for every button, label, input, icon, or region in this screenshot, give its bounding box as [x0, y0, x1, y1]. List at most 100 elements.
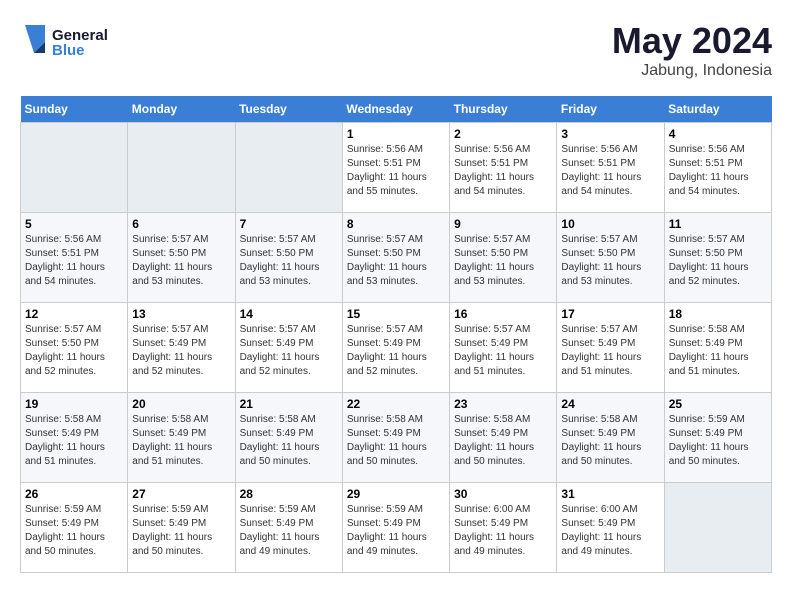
- day-info: Sunrise: 5:57 AM Sunset: 5:50 PM Dayligh…: [454, 233, 552, 289]
- title-block: May 2024 Jabung, Indonesia: [612, 20, 772, 80]
- day-info: Sunrise: 6:00 AM Sunset: 5:49 PM Dayligh…: [454, 503, 552, 559]
- calendar-cell: 17Sunrise: 5:57 AM Sunset: 5:49 PM Dayli…: [557, 303, 664, 393]
- header-monday: Monday: [128, 96, 235, 123]
- calendar-cell: 4Sunrise: 5:56 AM Sunset: 5:51 PM Daylig…: [664, 123, 771, 213]
- day-info: Sunrise: 5:58 AM Sunset: 5:49 PM Dayligh…: [240, 413, 338, 469]
- calendar-cell: 24 Sunrise: 5:58 AM Sunset: 5:49 PM Dayli…: [557, 393, 664, 483]
- day-info: Sunrise: 5:59 AM Sunset: 5:49 PM Dayligh…: [25, 503, 123, 559]
- logo: General Blue: [20, 20, 130, 60]
- week-row-1: 1Sunrise: 5:56 AM Sunset: 5:51 PM Daylig…: [21, 123, 772, 213]
- day-number: 25: [669, 397, 767, 411]
- day-number: 8: [347, 217, 445, 231]
- header-thursday: Thursday: [450, 96, 557, 123]
- day-number: 2: [454, 127, 552, 141]
- calendar-cell: 23 Sunrise: 5:58 AM Sunset: 5:49 PM Dayli…: [450, 393, 557, 483]
- day-info: Sunrise: 5:56 AM Sunset: 5:51 PM Dayligh…: [561, 143, 659, 199]
- logo-svg: General Blue: [20, 20, 130, 60]
- day-number: 23: [454, 397, 552, 411]
- day-number: 6: [132, 217, 230, 231]
- day-number: 9: [454, 217, 552, 231]
- week-row-4: 19 Sunrise: 5:58 AM Sunset: 5:49 PM Dayli…: [21, 393, 772, 483]
- calendar-cell: 13 Sunrise: 5:57 AM Sunset: 5:49 PM Dayli…: [128, 303, 235, 393]
- day-info: Sunrise: 5:59 AM Sunset: 5:49 PM Dayligh…: [347, 503, 445, 559]
- day-number: 26: [25, 487, 123, 501]
- day-info: Sunrise: 5:58 AM Sunset: 5:49 PM Dayligh…: [25, 413, 123, 469]
- day-info: Sunrise: 5:57 AM Sunset: 5:50 PM Dayligh…: [132, 233, 230, 289]
- day-info: Sunrise: 5:58 AM Sunset: 5:49 PM Dayligh…: [454, 413, 552, 469]
- calendar-cell: 30 Sunrise: 6:00 AM Sunset: 5:49 PM Dayli…: [450, 483, 557, 573]
- day-info: Sunrise: 5:56 AM Sunset: 5:51 PM Dayligh…: [25, 233, 123, 289]
- day-info: Sunrise: 5:57 AM Sunset: 5:50 PM Dayligh…: [561, 233, 659, 289]
- day-number: 13: [132, 307, 230, 321]
- day-number: 27: [132, 487, 230, 501]
- day-number: 19: [25, 397, 123, 411]
- calendar-cell: 31 Sunrise: 6:00 AM Sunset: 5:49 PM Dayli…: [557, 483, 664, 573]
- location-subtitle: Jabung, Indonesia: [612, 62, 772, 80]
- day-number: 30: [454, 487, 552, 501]
- day-info: Sunrise: 5:59 AM Sunset: 5:49 PM Dayligh…: [240, 503, 338, 559]
- day-info: Sunrise: 5:58 AM Sunset: 5:49 PM Dayligh…: [347, 413, 445, 469]
- calendar-cell: 26 Sunrise: 5:59 AM Sunset: 5:49 PM Dayli…: [21, 483, 128, 573]
- calendar-cell: 1Sunrise: 5:56 AM Sunset: 5:51 PM Daylig…: [342, 123, 449, 213]
- day-info: Sunrise: 5:56 AM Sunset: 5:51 PM Dayligh…: [347, 143, 445, 199]
- day-info: Sunrise: 5:57 AM Sunset: 5:49 PM Dayligh…: [132, 323, 230, 379]
- calendar-cell: 18 Sunrise: 5:58 AM Sunset: 5:49 PM Dayli…: [664, 303, 771, 393]
- day-info: Sunrise: 5:57 AM Sunset: 5:49 PM Dayligh…: [561, 323, 659, 379]
- day-info: Sunrise: 5:57 AM Sunset: 5:49 PM Dayligh…: [454, 323, 552, 379]
- calendar-cell: 5 Sunrise: 5:56 AM Sunset: 5:51 PM Daylig…: [21, 213, 128, 303]
- calendar-cell: 11 Sunrise: 5:57 AM Sunset: 5:50 PM Dayli…: [664, 213, 771, 303]
- calendar-cell: 15Sunrise: 5:57 AM Sunset: 5:49 PM Dayli…: [342, 303, 449, 393]
- calendar-cell: 19 Sunrise: 5:58 AM Sunset: 5:49 PM Dayli…: [21, 393, 128, 483]
- week-row-3: 12 Sunrise: 5:57 AM Sunset: 5:50 PM Dayli…: [21, 303, 772, 393]
- day-number: 22: [347, 397, 445, 411]
- day-number: 18: [669, 307, 767, 321]
- day-info: Sunrise: 5:57 AM Sunset: 5:50 PM Dayligh…: [25, 323, 123, 379]
- calendar-cell: 2 Sunrise: 5:56 AM Sunset: 5:51 PM Daylig…: [450, 123, 557, 213]
- header-friday: Friday: [557, 96, 664, 123]
- header-saturday: Saturday: [664, 96, 771, 123]
- calendar-cell: [664, 483, 771, 573]
- day-info: Sunrise: 5:58 AM Sunset: 5:49 PM Dayligh…: [669, 323, 767, 379]
- calendar-cell: 9 Sunrise: 5:57 AM Sunset: 5:50 PM Daylig…: [450, 213, 557, 303]
- day-info: Sunrise: 5:58 AM Sunset: 5:49 PM Dayligh…: [561, 413, 659, 469]
- day-number: 3: [561, 127, 659, 141]
- day-info: Sunrise: 6:00 AM Sunset: 5:49 PM Dayligh…: [561, 503, 659, 559]
- day-number: 28: [240, 487, 338, 501]
- page-header: General Blue May 2024 Jabung, Indonesia: [20, 20, 772, 80]
- calendar-cell: 7 Sunrise: 5:57 AM Sunset: 5:50 PM Daylig…: [235, 213, 342, 303]
- calendar-cell: 28 Sunrise: 5:59 AM Sunset: 5:49 PM Dayli…: [235, 483, 342, 573]
- day-info: Sunrise: 5:57 AM Sunset: 5:50 PM Dayligh…: [669, 233, 767, 289]
- day-info: Sunrise: 5:57 AM Sunset: 5:50 PM Dayligh…: [347, 233, 445, 289]
- calendar-table: SundayMondayTuesdayWednesdayThursdayFrid…: [20, 96, 772, 573]
- header-tuesday: Tuesday: [235, 96, 342, 123]
- calendar-cell: 29 Sunrise: 5:59 AM Sunset: 5:49 PM Dayli…: [342, 483, 449, 573]
- calendar-cell: 12 Sunrise: 5:57 AM Sunset: 5:50 PM Dayli…: [21, 303, 128, 393]
- calendar-cell: 8 Sunrise: 5:57 AM Sunset: 5:50 PM Daylig…: [342, 213, 449, 303]
- day-number: 16: [454, 307, 552, 321]
- day-info: Sunrise: 5:59 AM Sunset: 5:49 PM Dayligh…: [132, 503, 230, 559]
- calendar-cell: 10Sunrise: 5:57 AM Sunset: 5:50 PM Dayli…: [557, 213, 664, 303]
- calendar-cell: [235, 123, 342, 213]
- day-number: 21: [240, 397, 338, 411]
- day-number: 29: [347, 487, 445, 501]
- week-row-2: 5 Sunrise: 5:56 AM Sunset: 5:51 PM Daylig…: [21, 213, 772, 303]
- day-number: 14: [240, 307, 338, 321]
- day-info: Sunrise: 5:58 AM Sunset: 5:49 PM Dayligh…: [132, 413, 230, 469]
- day-number: 7: [240, 217, 338, 231]
- day-number: 24: [561, 397, 659, 411]
- day-info: Sunrise: 5:56 AM Sunset: 5:51 PM Dayligh…: [454, 143, 552, 199]
- calendar-cell: 27 Sunrise: 5:59 AM Sunset: 5:49 PM Dayli…: [128, 483, 235, 573]
- calendar-cell: 16 Sunrise: 5:57 AM Sunset: 5:49 PM Dayli…: [450, 303, 557, 393]
- day-number: 5: [25, 217, 123, 231]
- day-info: Sunrise: 5:57 AM Sunset: 5:50 PM Dayligh…: [240, 233, 338, 289]
- header-sunday: Sunday: [21, 96, 128, 123]
- day-info: Sunrise: 5:57 AM Sunset: 5:49 PM Dayligh…: [347, 323, 445, 379]
- calendar-cell: 14Sunrise: 5:57 AM Sunset: 5:49 PM Dayli…: [235, 303, 342, 393]
- day-number: 31: [561, 487, 659, 501]
- day-number: 12: [25, 307, 123, 321]
- day-number: 11: [669, 217, 767, 231]
- calendar-cell: 20Sunrise: 5:58 AM Sunset: 5:49 PM Dayli…: [128, 393, 235, 483]
- calendar-cell: 22 Sunrise: 5:58 AM Sunset: 5:49 PM Dayli…: [342, 393, 449, 483]
- calendar-cell: 25Sunrise: 5:59 AM Sunset: 5:49 PM Dayli…: [664, 393, 771, 483]
- calendar-header-row: SundayMondayTuesdayWednesdayThursdayFrid…: [21, 96, 772, 123]
